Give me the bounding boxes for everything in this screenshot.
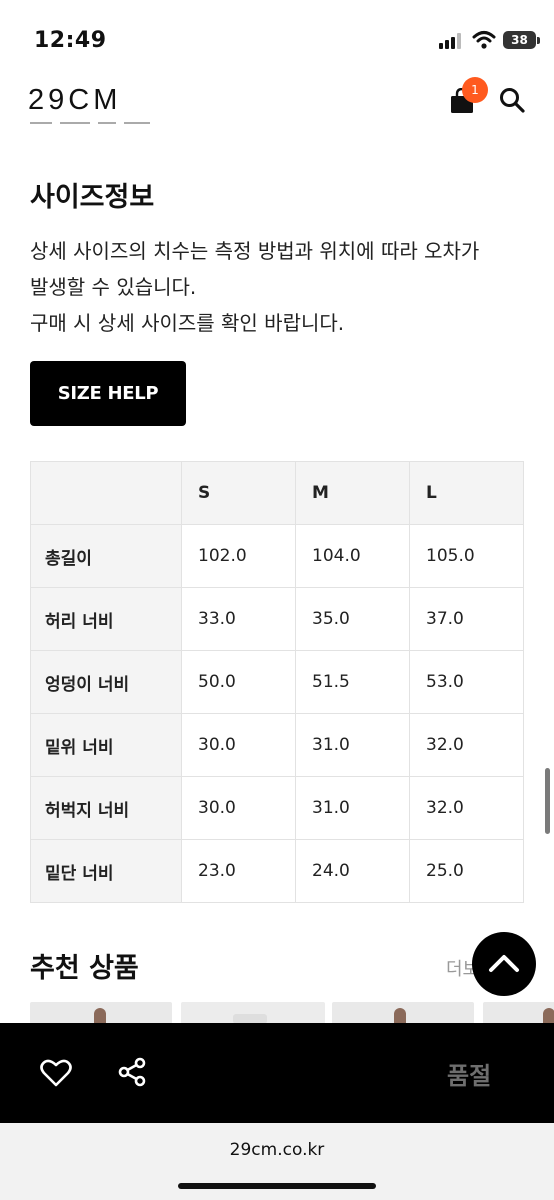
product-thumbnail[interactable] [181, 1002, 325, 1024]
sold-out-button[interactable]: 품절 [447, 1056, 491, 1091]
measurement-value: 25.0 [409, 839, 524, 903]
measurement-value: 30.0 [181, 713, 296, 777]
measurement-value: 102.0 [181, 524, 296, 588]
cart-count-badge: 1 [462, 77, 488, 103]
measurement-label: 밑단 너비 [30, 839, 182, 903]
logo[interactable]: 29CM [28, 84, 121, 117]
table-row: 밑위 너비 30.0 31.0 32.0 [30, 713, 524, 777]
measurement-value: 105.0 [409, 524, 524, 588]
size-info-description: 상세 사이즈의 치수는 측정 방법과 위치에 따라 오차가 발생할 수 있습니다… [30, 233, 530, 341]
size-info-title: 사이즈정보 [30, 182, 155, 213]
measurement-value: 33.0 [181, 587, 296, 651]
table-row: 허리 너비 33.0 35.0 37.0 [30, 587, 524, 651]
scroll-to-top-button[interactable] [472, 932, 536, 996]
size-table: S M L 총길이 102.0 104.0 105.0 허리 너비 33.0 3… [30, 461, 524, 903]
clipped-text-fragment [30, 122, 180, 130]
table-row: 밑단 너비 23.0 24.0 25.0 [30, 839, 524, 903]
scrollbar-thumb[interactable] [545, 768, 550, 834]
battery-icon: 38 [503, 31, 536, 49]
size-help-button[interactable]: SIZE HELP [30, 361, 186, 426]
app-header: 29CM 1 [0, 77, 554, 124]
status-time: 12:49 [34, 28, 107, 53]
heart-icon[interactable] [40, 1059, 72, 1087]
measurement-label: 엉덩이 너비 [30, 650, 182, 714]
size-column-header: S [181, 461, 296, 525]
size-table-header-row: S M L [30, 461, 524, 525]
measurement-value: 30.0 [181, 776, 296, 840]
measurement-value: 24.0 [295, 839, 410, 903]
wifi-icon [472, 31, 496, 49]
measurement-value: 32.0 [409, 713, 524, 777]
search-icon[interactable] [498, 86, 526, 114]
size-column-header: L [409, 461, 524, 525]
measurement-value: 31.0 [295, 776, 410, 840]
table-row: 총길이 102.0 104.0 105.0 [30, 524, 524, 588]
battery-tip [537, 37, 540, 44]
size-desc-line: 구매 시 상세 사이즈를 확인 바랍니다. [30, 311, 345, 335]
share-icon[interactable] [117, 1057, 147, 1087]
recommended-title: 추천 상품 [30, 953, 139, 984]
table-row: 허벅지 너비 30.0 31.0 32.0 [30, 776, 524, 840]
bottom-action-bar: 품절 [0, 1023, 554, 1123]
page: 12:49 38 29CM 1 사이즈정보 상세 사이즈의 치수는 측정 방법과… [0, 0, 554, 1200]
measurement-value: 32.0 [409, 776, 524, 840]
measurement-value: 104.0 [295, 524, 410, 588]
size-desc-line: 발생할 수 있습니다. [30, 275, 197, 299]
product-thumbnail[interactable] [332, 1002, 474, 1024]
home-indicator[interactable] [178, 1183, 376, 1189]
measurement-label: 허리 너비 [30, 587, 182, 651]
status-bar: 12:49 38 [0, 0, 554, 80]
browser-url-bar: 29cm.co.kr [0, 1123, 554, 1200]
measurement-value: 23.0 [181, 839, 296, 903]
measurement-value: 31.0 [295, 713, 410, 777]
table-row: 엉덩이 너비 50.0 51.5 53.0 [30, 650, 524, 714]
measurement-label: 허벅지 너비 [30, 776, 182, 840]
recommended-product-list [30, 1002, 554, 1024]
size-column-header: M [295, 461, 410, 525]
cellular-signal-icon [439, 33, 463, 49]
measurement-label: 밑위 너비 [30, 713, 182, 777]
measurement-value: 37.0 [409, 587, 524, 651]
measurement-value: 50.0 [181, 650, 296, 714]
size-desc-line: 상세 사이즈의 치수는 측정 방법과 위치에 따라 오차가 [30, 239, 480, 263]
measurement-value: 53.0 [409, 650, 524, 714]
size-table-corner [30, 461, 182, 525]
url-text[interactable]: 29cm.co.kr [0, 1140, 554, 1160]
measurement-label: 총길이 [30, 524, 182, 588]
measurement-value: 35.0 [295, 587, 410, 651]
product-thumbnail[interactable] [483, 1002, 554, 1024]
measurement-value: 51.5 [295, 650, 410, 714]
product-thumbnail[interactable] [30, 1002, 172, 1024]
chevron-up-icon [489, 955, 519, 972]
